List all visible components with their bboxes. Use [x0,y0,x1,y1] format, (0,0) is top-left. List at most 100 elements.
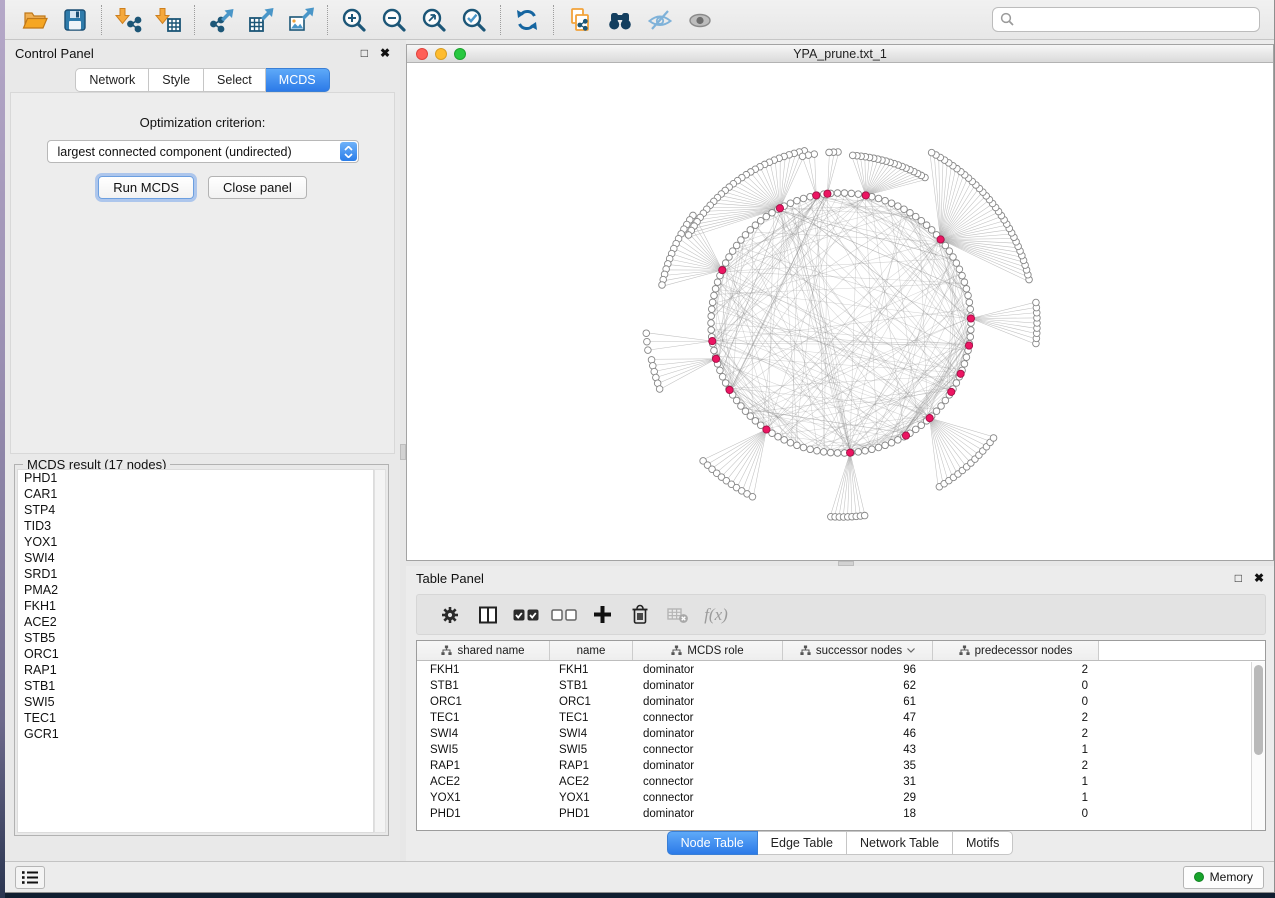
network-window-titlebar[interactable]: YPA_prune.txt_1 [407,45,1273,63]
mcds-result-item[interactable]: SWI5 [18,694,373,710]
network-canvas[interactable] [407,63,1273,560]
cell-successors: 61 [783,696,933,708]
mcds-result-item[interactable]: SWI4 [18,550,373,566]
cell-successors: 35 [783,760,933,772]
table-row[interactable]: YOX1YOX1connector291 [417,790,1251,806]
mcds-result-item[interactable]: GCR1 [18,726,373,742]
mcds-result-item[interactable]: FKH1 [18,598,373,614]
mcds-result-item[interactable]: PMA2 [18,582,373,598]
mcds-result-item[interactable]: CAR1 [18,486,373,502]
float-panel-icon[interactable]: □ [361,47,368,59]
open-file-icon[interactable] [15,3,55,37]
float-panel-icon[interactable]: □ [1235,572,1242,584]
show-column-icon[interactable] [469,600,507,630]
table-settings-gear-icon[interactable] [431,600,469,630]
table-row[interactable]: ORC1ORC1dominator610 [417,694,1251,710]
mcds-result-item[interactable]: PHD1 [18,470,373,486]
find-binoculars-icon[interactable] [600,3,640,37]
column-header-successor-nodes[interactable]: successor nodes [783,641,933,660]
table-row[interactable]: SWI5SWI5connector431 [417,742,1251,758]
mcds-result-item[interactable]: STB1 [18,678,373,694]
mcds-result-item[interactable]: TID3 [18,518,373,534]
mcds-result-item[interactable]: ACE2 [18,614,373,630]
close-window-icon[interactable] [416,48,428,60]
optimization-criterion-label: Optimization criterion: [11,115,394,130]
select-all-icon[interactable] [507,600,545,630]
mcds-result-item[interactable]: STB5 [18,630,373,646]
close-panel-icon[interactable]: ✖ [380,47,390,59]
show-hide-eye-icon[interactable] [680,3,720,37]
column-header-name[interactable]: name [550,641,633,660]
mcds-result-item[interactable]: STP4 [18,502,373,518]
zoom-in-icon[interactable] [334,3,374,37]
tab-mcds[interactable]: MCDS [266,68,330,92]
cell-successors: 96 [783,664,933,676]
export-network-icon[interactable] [201,3,241,37]
tab-network[interactable]: Network [75,68,149,92]
mcds-result-item[interactable]: TEC1 [18,710,373,726]
tab-network-table[interactable]: Network Table [847,831,953,855]
task-history-button[interactable] [15,866,45,889]
cell-name: SWI4 [550,728,633,740]
run-mcds-button[interactable]: Run MCDS [98,176,194,199]
maximize-window-icon[interactable] [454,48,466,60]
table-row[interactable]: FKH1FKH1dominator962 [417,662,1251,678]
delete-column-trash-icon[interactable] [621,600,659,630]
network-window-title: YPA_prune.txt_1 [407,47,1273,61]
tab-node-table[interactable]: Node Table [667,831,758,855]
table-row[interactable]: STB1STB1dominator620 [417,678,1251,694]
control-panel-tabs: NetworkStyleSelectMCDS [75,68,329,92]
column-label: successor nodes [816,645,902,657]
zoom-fit-icon[interactable] [414,3,454,37]
delete-table-icon-disabled [659,600,697,630]
control-panel-title: Control Panel [15,46,94,61]
export-table-icon[interactable] [241,3,281,37]
minimize-window-icon[interactable] [435,48,447,60]
import-table-icon[interactable] [148,3,188,37]
cell-predecessors: 0 [933,808,1099,820]
mcds-list-scrollbar[interactable] [374,469,386,833]
export-image-icon[interactable] [281,3,321,37]
search-input[interactable] [1015,13,1252,27]
table-row[interactable]: RAP1RAP1dominator352 [417,758,1251,774]
optimization-criterion-select[interactable]: largest connected component (undirected) [47,140,359,163]
scrollbar-thumb[interactable] [1254,665,1263,755]
cell-role: connector [633,744,783,756]
add-column-icon[interactable] [583,600,621,630]
node-table: shared namenameMCDS role successor nodes p… [416,640,1266,831]
import-network-icon[interactable] [108,3,148,37]
tab-style[interactable]: Style [149,68,204,92]
memory-button[interactable]: Memory [1183,866,1264,889]
mcds-result-item[interactable]: RAP1 [18,662,373,678]
table-row[interactable]: ACE2ACE2connector311 [417,774,1251,790]
mcds-result-item[interactable]: SRD1 [18,566,373,582]
tab-select[interactable]: Select [204,68,266,92]
zoom-selected-icon[interactable] [454,3,494,37]
zoom-out-icon[interactable] [374,3,414,37]
column-header-mcds-role[interactable]: MCDS role [633,641,783,660]
table-header-row: shared namenameMCDS role successor nodes p… [417,641,1265,661]
cell-shared-name: ACE2 [417,776,550,788]
toolbar-separator [194,5,195,35]
column-header-shared-name[interactable]: shared name [417,641,550,660]
table-row[interactable]: TEC1TEC1connector472 [417,710,1251,726]
toggle-graphics-details-icon[interactable] [640,3,680,37]
cell-shared-name: SWI5 [417,744,550,756]
close-panel-button[interactable]: Close panel [208,176,307,199]
control-panel: Control Panel □ ✖ NetworkStyleSelectMCDS… [5,40,400,861]
table-scrollbar[interactable] [1251,662,1265,830]
unselect-all-icon[interactable] [545,600,583,630]
mcds-result-item[interactable]: YOX1 [18,534,373,550]
table-row[interactable]: SWI4SWI4dominator462 [417,726,1251,742]
cell-predecessors: 2 [933,664,1099,676]
tab-edge-table[interactable]: Edge Table [758,831,847,855]
tab-motifs[interactable]: Motifs [953,831,1013,855]
table-row[interactable]: PHD1PHD1dominator180 [417,806,1251,822]
save-session-icon[interactable] [55,3,95,37]
column-header-predecessor-nodes[interactable]: predecessor nodes [933,641,1099,660]
duplicate-network-icon[interactable] [560,3,600,37]
mcds-result-item[interactable]: ORC1 [18,646,373,662]
close-panel-icon[interactable]: ✖ [1254,572,1264,584]
update-network-icon[interactable] [507,3,547,37]
search-field[interactable] [992,7,1260,32]
